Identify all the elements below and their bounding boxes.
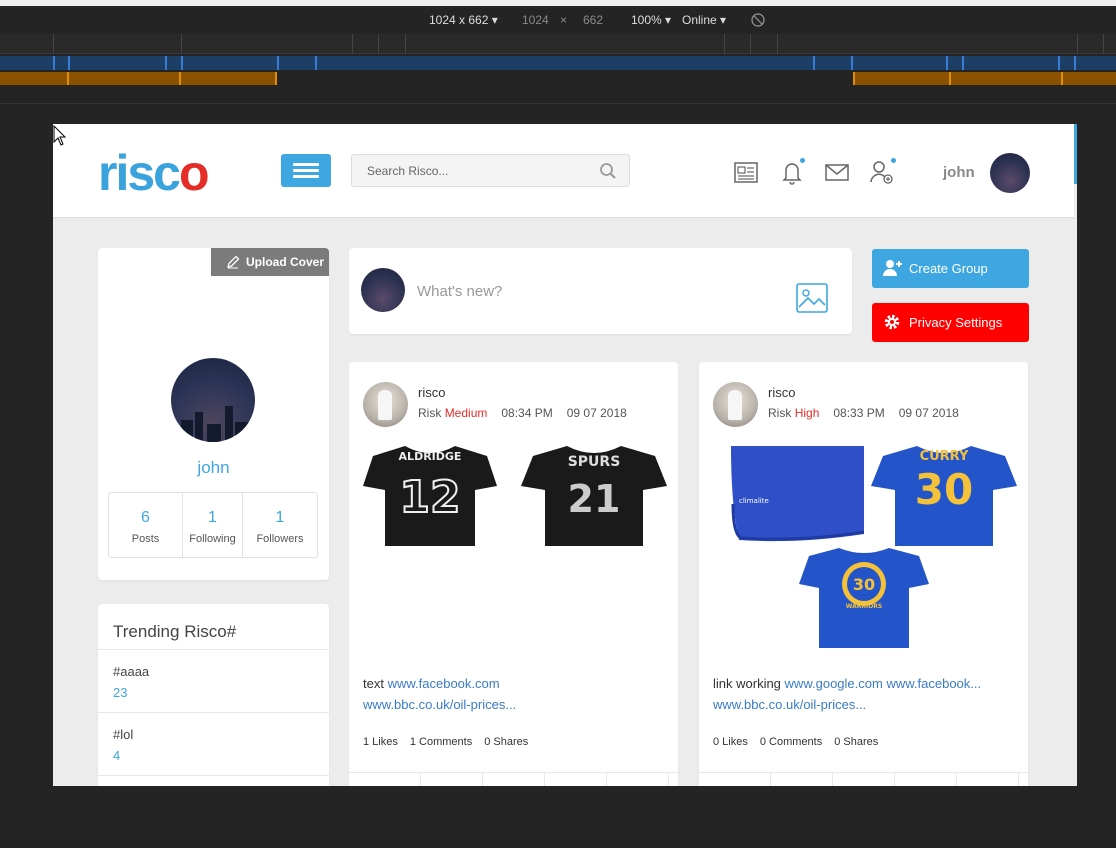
post-link[interactable]: www.facebook.com bbox=[388, 676, 500, 691]
jersey-number: 12 bbox=[399, 472, 460, 523]
post-time: 08:34 PM bbox=[501, 406, 553, 420]
post-counts: 0 Likes 0 Comments 0 Shares bbox=[713, 736, 890, 748]
post-text: text www.facebook.com www.bbc.co.uk/oil-… bbox=[363, 676, 517, 712]
stat-posts[interactable]: 6 Posts bbox=[109, 493, 182, 557]
post-composer[interactable]: What's new? bbox=[349, 248, 852, 334]
composer-avatar bbox=[361, 268, 405, 312]
devtools-separator bbox=[0, 103, 1116, 104]
post-meta: Risk Medium 08:34 PM 09 07 2018 bbox=[418, 406, 627, 420]
post-link[interactable]: www.facebook... bbox=[886, 676, 981, 691]
search-box bbox=[351, 154, 630, 187]
page-viewport: risco Search Risco... john Upload Cover … bbox=[53, 124, 1077, 786]
post-date: 09 07 2018 bbox=[898, 406, 959, 420]
zoom-select[interactable]: 100% ▾ bbox=[631, 13, 671, 27]
rotate-icon[interactable] bbox=[751, 13, 765, 27]
post-link[interactable]: www.bbc.co.uk/oil-prices... bbox=[363, 697, 516, 712]
jersey-number: 21 bbox=[568, 477, 621, 521]
post-author[interactable]: risco bbox=[768, 385, 795, 400]
shirt-brand: climalite bbox=[739, 497, 769, 505]
jersey-image[interactable]: 30 WARRIORS bbox=[799, 548, 929, 648]
upload-cover-button[interactable]: Upload Cover bbox=[211, 248, 329, 276]
profile-name[interactable]: john bbox=[98, 458, 329, 478]
profile-card: Upload Cover john 6 Posts 1 Following 1 … bbox=[98, 248, 329, 580]
post-author-avatar[interactable] bbox=[713, 382, 758, 427]
profile-avatar[interactable] bbox=[171, 358, 255, 442]
menu-toggle-button[interactable] bbox=[281, 154, 331, 187]
network-throttle-select[interactable]: Online ▾ bbox=[682, 13, 726, 27]
media-query-ruler bbox=[0, 34, 1116, 54]
risco-logo[interactable]: risco bbox=[98, 148, 209, 198]
header-avatar[interactable] bbox=[990, 153, 1030, 193]
group-add-icon bbox=[883, 260, 902, 276]
image-upload-icon[interactable] bbox=[796, 283, 828, 313]
comments-count[interactable]: 1 Comments bbox=[410, 736, 472, 748]
width-field[interactable]: 1024 bbox=[522, 13, 549, 27]
post-meta: Risk High 08:33 PM 09 07 2018 bbox=[768, 406, 959, 420]
mouse-cursor-icon bbox=[53, 125, 67, 146]
scrollbar-thumb[interactable] bbox=[1074, 124, 1077, 184]
shares-count[interactable]: 0 Shares bbox=[484, 736, 528, 748]
risk-level: High bbox=[794, 406, 820, 420]
jersey-name: ALDRIDGE bbox=[399, 450, 462, 463]
profile-stats: 6 Posts 1 Following 1 Followers bbox=[108, 492, 318, 558]
post-card: risco Risk High 08:33 PM 09 07 2018 climal… bbox=[699, 362, 1028, 786]
pencil-icon bbox=[227, 255, 240, 269]
friend-request-dot bbox=[891, 158, 896, 163]
stat-following[interactable]: 1 Following bbox=[182, 493, 242, 557]
post-date: 09 07 2018 bbox=[566, 406, 627, 420]
jersey-number: 30 bbox=[915, 465, 973, 514]
composer-placeholder[interactable]: What's new? bbox=[417, 283, 502, 300]
post-action-bar[interactable] bbox=[699, 772, 1028, 786]
header-username[interactable]: john bbox=[943, 164, 975, 181]
jersey-image[interactable]: SPURS 21 bbox=[521, 446, 667, 546]
trending-title: Trending Risco# bbox=[113, 622, 237, 641]
jersey-name: SPURS bbox=[568, 454, 621, 470]
mail-icon[interactable] bbox=[823, 158, 851, 186]
trending-card: Trending Risco# #aaaa 23 #lol 4 bbox=[98, 604, 329, 786]
device-select[interactable]: 1024 x 662 ▾ bbox=[429, 13, 498, 27]
media-query-bar-max-width[interactable] bbox=[0, 56, 1116, 70]
shares-count[interactable]: 0 Shares bbox=[834, 736, 878, 748]
post-author-avatar[interactable] bbox=[363, 382, 408, 427]
news-icon[interactable] bbox=[732, 158, 760, 186]
jersey-image[interactable]: ALDRIDGE 12 bbox=[363, 446, 497, 546]
create-group-button[interactable]: Create Group bbox=[872, 249, 1029, 288]
post-counts: 1 Likes 1 Comments 0 Shares bbox=[363, 736, 540, 748]
height-field[interactable]: 662 bbox=[583, 13, 603, 27]
post-card: risco Risk Medium 08:34 PM 09 07 2018 ALDR… bbox=[349, 362, 678, 786]
gear-icon bbox=[884, 314, 900, 330]
post-text: link working www.google.com www.facebook… bbox=[713, 676, 982, 712]
likes-count[interactable]: 1 Likes bbox=[363, 736, 398, 748]
post-author[interactable]: risco bbox=[418, 385, 445, 400]
shirt-image[interactable]: climalite bbox=[699, 446, 864, 546]
jersey-image[interactable]: CURRY 30 bbox=[871, 446, 1017, 546]
privacy-settings-button[interactable]: Privacy Settings bbox=[872, 303, 1029, 342]
devtools-device-toolbar: 1024 x 662 ▾ 1024 × 662 100% ▾ Online ▾ bbox=[0, 6, 1116, 34]
jersey-name: CURRY bbox=[920, 449, 969, 464]
trending-item[interactable]: #aaaa 23 bbox=[98, 649, 329, 712]
comments-count[interactable]: 0 Comments bbox=[760, 736, 822, 748]
search-icon[interactable] bbox=[599, 162, 617, 180]
jersey-name: WARRIORS bbox=[846, 603, 883, 610]
site-header: risco Search Risco... john bbox=[53, 124, 1074, 218]
risk-level: Medium bbox=[444, 406, 488, 420]
search-input[interactable] bbox=[352, 155, 592, 186]
jersey-number: 30 bbox=[853, 575, 875, 594]
post-link[interactable]: www.google.com bbox=[785, 676, 883, 691]
trending-item[interactable]: #lol 4 bbox=[98, 712, 329, 775]
media-query-bar-range-right[interactable] bbox=[853, 72, 1116, 85]
post-link[interactable]: www.bbc.co.uk/oil-prices... bbox=[713, 697, 866, 712]
post-action-bar[interactable] bbox=[349, 772, 678, 786]
notification-dot bbox=[800, 158, 805, 163]
likes-count[interactable]: 0 Likes bbox=[713, 736, 748, 748]
trending-item[interactable] bbox=[98, 775, 329, 786]
stat-followers[interactable]: 1 Followers bbox=[242, 493, 317, 557]
dimension-separator: × bbox=[560, 13, 568, 27]
post-time: 08:33 PM bbox=[833, 406, 885, 420]
media-query-bar-range-left[interactable] bbox=[0, 72, 277, 85]
